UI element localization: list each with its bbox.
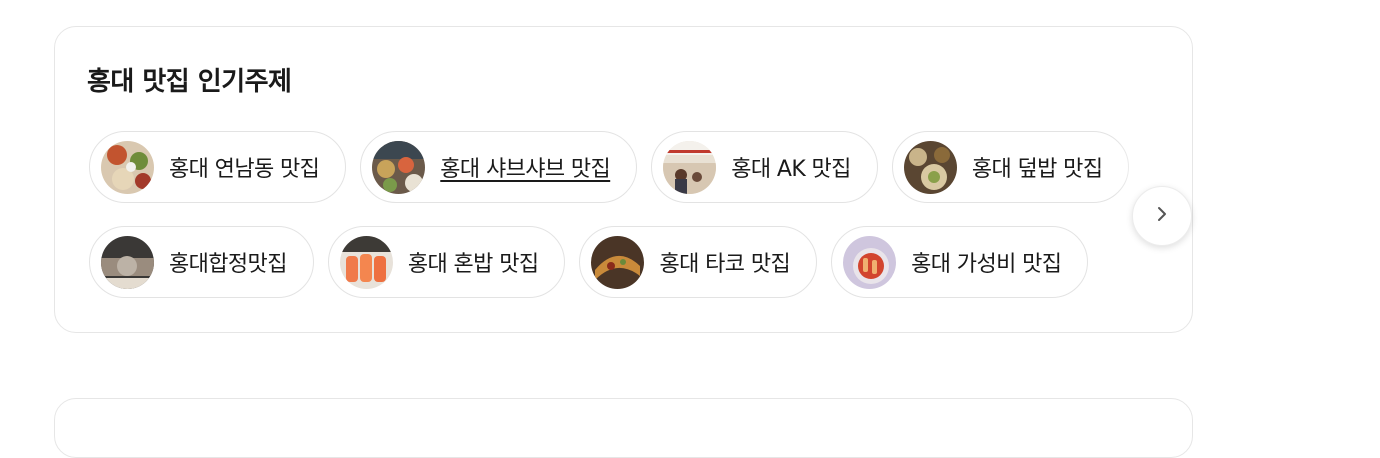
topic-thumbnail (101, 235, 154, 289)
carousel-next-button[interactable] (1132, 186, 1192, 246)
topic-chip[interactable]: 홍대합정맛집 (89, 226, 314, 298)
section-title: 홍대 맛집 인기주제 (87, 67, 292, 97)
topic-chip-label: 홍대 가성비 맛집 (911, 252, 1062, 277)
topic-chip-label: 홍대 샤브샤브 맛집 (440, 157, 611, 182)
topic-thumbnail (663, 140, 717, 194)
topic-chip-label: 홍대 혼밥 맛집 (407, 252, 539, 277)
topic-thumbnail (903, 140, 957, 194)
chevron-right-icon (1154, 206, 1170, 226)
topic-chip-label: 홍대 연남동 맛집 (169, 157, 320, 182)
topic-chip[interactable]: 홍대 타코 맛집 (579, 226, 818, 298)
topic-chip[interactable]: 홍대 샤브샤브 맛집 (360, 131, 638, 203)
topic-chip[interactable]: 홍대 덮밥 맛집 (891, 131, 1130, 203)
topic-chip[interactable]: 홍대 AK 맛집 (651, 131, 878, 203)
topic-chip[interactable]: 홍대 혼밥 맛집 (327, 226, 566, 298)
topic-chip-label: 홍대 덮밥 맛집 (971, 157, 1103, 182)
topic-thumbnail (372, 140, 426, 194)
topic-thumbnail (591, 235, 645, 289)
topic-chip[interactable]: 홍대 가성비 맛집 (831, 226, 1089, 298)
topic-chip-label: 홍대 타코 맛집 (659, 252, 791, 277)
topic-thumbnail (339, 235, 393, 289)
chip-row-1: 홍대 연남동 맛집 홍대 샤브샤브 맛집 홍대 AK 맛집 홍대 덮밥 맛집 (89, 131, 1130, 203)
topic-thumbnail (101, 140, 154, 194)
popular-topics-card: 홍대 맛집 인기주제 홍대 연남동 맛집 홍대 샤브샤브 맛집 홍대 AK 맛집… (54, 26, 1193, 333)
next-section-card (54, 398, 1193, 458)
topic-chip-label: 홍대합정맛집 (169, 252, 287, 277)
topic-chip-label: 홍대 AK 맛집 (731, 157, 851, 182)
topic-chip[interactable]: 홍대 연남동 맛집 (89, 131, 347, 203)
chip-row-2: 홍대합정맛집 홍대 혼밥 맛집 홍대 타코 맛집 홍대 가성비 맛집 (89, 226, 1089, 298)
topic-thumbnail (843, 235, 897, 289)
topic-chips-carousel: 홍대 연남동 맛집 홍대 샤브샤브 맛집 홍대 AK 맛집 홍대 덮밥 맛집 홍… (89, 131, 1167, 303)
